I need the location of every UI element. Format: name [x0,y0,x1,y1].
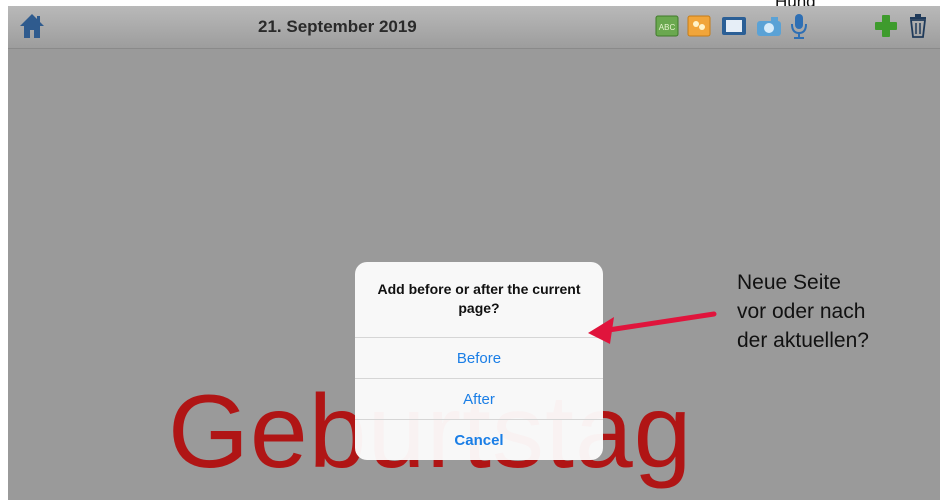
top-toolbar: 21. September 2019 ABC [8,6,940,49]
annotation-line-1: Neue Seite [737,271,841,294]
flower-sticker-icon[interactable] [687,15,711,37]
page-date: 21. September 2019 [258,17,417,36]
plus-icon[interactable] [874,14,898,38]
camera-icon[interactable] [756,15,782,37]
after-button[interactable]: After [355,378,603,420]
insert-page-dialog: Add before or after the current page? Be… [355,262,603,460]
annotation-arrow [588,311,717,344]
film-icon[interactable] [721,15,747,37]
annotation-line-2: vor oder nach [737,300,866,323]
cancel-button[interactable]: Cancel [355,419,603,460]
annotation-line-3: der aktuellen? [737,329,869,352]
trash-icon[interactable] [908,14,928,38]
microphone-icon[interactable] [790,13,808,39]
home-icon[interactable] [18,12,46,40]
text-abc-icon[interactable]: ABC [655,15,679,37]
dialog-title: Add before or after the current page? [377,281,581,316]
before-button[interactable]: Before [355,337,603,379]
svg-text:ABC: ABC [659,23,676,32]
annotation-text: Neue Seite vor oder nach der aktuellen? [737,268,869,355]
